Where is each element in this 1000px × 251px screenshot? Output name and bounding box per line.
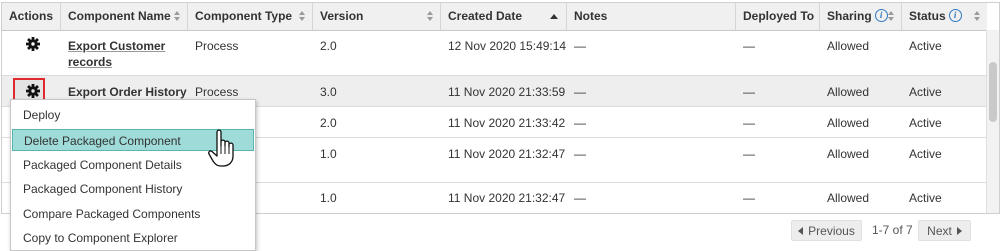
actions-menu: Deploy Delete Packaged Component Package… <box>10 99 256 251</box>
sharing: Allowed <box>827 191 870 205</box>
notes: — <box>574 116 586 130</box>
created-date: 12 Nov 2020 15:49:14 <box>448 39 567 53</box>
header-created-date[interactable]: Created Date <box>441 3 567 30</box>
header-status-label: Status <box>909 9 946 23</box>
version: 1.0 <box>320 147 337 161</box>
gear-icon[interactable] <box>26 84 40 98</box>
status: Active <box>909 116 942 130</box>
header-deployed-to-label: Deployed To <box>743 9 815 23</box>
next-label: Next <box>927 224 952 238</box>
component-name-link[interactable]: Export Order History <box>68 85 187 100</box>
header-actions: Actions <box>2 3 61 30</box>
header-notes-label: Notes <box>574 9 608 23</box>
gear-icon[interactable] <box>26 37 40 51</box>
version: 3.0 <box>320 85 337 99</box>
table-row[interactable]: Export Customer records Process 2.0 12 N… <box>2 31 987 76</box>
notes: — <box>574 39 586 53</box>
sharing: Allowed <box>827 116 870 130</box>
menu-item-packaged-component-history[interactable]: Packaged Component History <box>12 178 254 200</box>
component-name-link[interactable]: Export Customer <box>68 39 165 54</box>
deployed-to: — <box>743 116 755 130</box>
header-component-type[interactable]: Component Type <box>188 3 313 30</box>
created-date: 11 Nov 2020 21:32:47 <box>448 191 566 205</box>
status: Active <box>909 39 942 53</box>
notes: — <box>574 85 586 99</box>
header-sharing[interactable]: Sharing i <box>820 3 902 30</box>
notes: — <box>574 191 586 205</box>
sort-icon[interactable] <box>974 11 981 22</box>
deployed-to: — <box>743 39 755 53</box>
sort-icon[interactable] <box>299 11 306 22</box>
notes: — <box>574 147 586 161</box>
info-icon[interactable]: i <box>948 9 962 23</box>
deployed-to: — <box>743 191 755 205</box>
created-date: 11 Nov 2020 21:33:59 <box>448 85 566 99</box>
status: Active <box>909 147 942 161</box>
version: 2.0 <box>320 39 337 53</box>
header-notes: Notes <box>567 3 736 30</box>
hand-cursor-icon <box>207 128 241 172</box>
sharing: Allowed <box>827 39 870 53</box>
deployed-to: — <box>743 147 755 161</box>
created-date: 11 Nov 2020 21:33:42 <box>448 116 566 130</box>
version: 2.0 <box>320 116 337 130</box>
status: Active <box>909 85 942 99</box>
created-date: 11 Nov 2020 21:32:47 <box>448 147 566 161</box>
header-deployed-to: Deployed To <box>736 3 820 30</box>
component-type: Process <box>195 39 239 53</box>
sort-icon[interactable] <box>888 11 895 22</box>
header-component-name-label: Component Name <box>68 9 171 23</box>
sharing: Allowed <box>827 85 870 99</box>
header-status[interactable]: Status i <box>902 3 987 30</box>
menu-item-compare-packaged-components[interactable]: Compare Packaged Components <box>12 203 254 225</box>
component-type: Process <box>195 85 239 99</box>
info-icon[interactable]: i <box>874 9 888 23</box>
chevron-left-icon <box>798 227 804 235</box>
sort-icon[interactable] <box>427 11 434 22</box>
sort-ascending-icon[interactable] <box>550 14 558 19</box>
previous-label: Previous <box>808 224 855 238</box>
sharing: Allowed <box>827 147 870 161</box>
previous-page-button[interactable]: Previous <box>791 220 862 241</box>
sort-icon[interactable] <box>174 11 181 22</box>
header-version-label: Version <box>320 9 364 23</box>
vertical-scrollbar[interactable] <box>986 30 999 213</box>
deployed-to: — <box>743 85 755 99</box>
header-created-date-label: Created Date <box>448 9 523 23</box>
next-page-button[interactable]: Next <box>918 220 971 241</box>
page-count: 1-7 of 7 <box>872 223 913 237</box>
status: Active <box>909 191 942 205</box>
table-header: Actions Component Name Component Type Ve… <box>2 3 987 31</box>
header-sharing-label: Sharing <box>827 9 872 23</box>
menu-item-copy-to-component-explorer[interactable]: Copy to Component Explorer <box>12 227 254 249</box>
header-component-type-label: Component Type <box>195 9 293 23</box>
chevron-right-icon <box>956 227 962 235</box>
header-actions-label: Actions <box>9 9 54 23</box>
header-version[interactable]: Version <box>313 3 441 30</box>
header-component-name[interactable]: Component Name <box>61 3 188 30</box>
menu-item-deploy[interactable]: Deploy <box>12 104 254 126</box>
component-name-link-line2[interactable]: records <box>68 55 112 70</box>
scrollbar-thumb[interactable] <box>989 62 997 122</box>
version: 1.0 <box>320 191 337 205</box>
